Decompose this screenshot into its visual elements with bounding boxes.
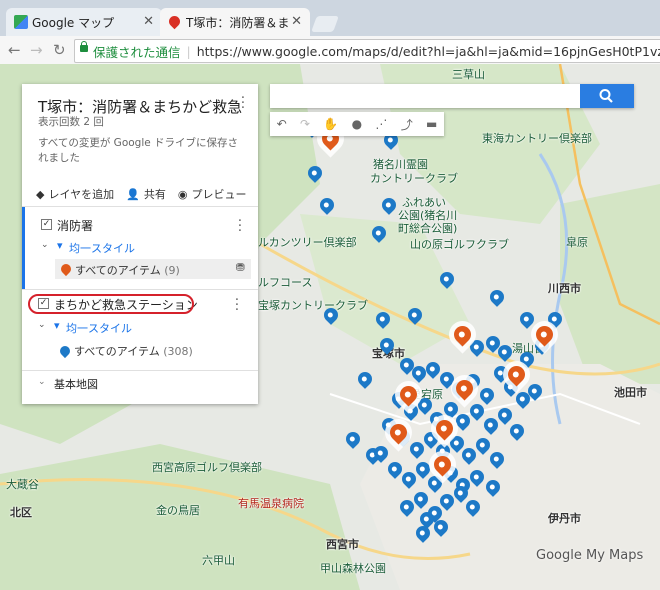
my-maps-favicon-icon xyxy=(166,13,183,30)
map-label: 大蔵谷 xyxy=(6,478,39,491)
search-icon xyxy=(599,89,613,103)
search-button[interactable] xyxy=(580,84,634,108)
tab-title: Google マップ xyxy=(32,15,115,30)
add-layer-label: レイヤを追加 xyxy=(48,188,115,201)
paint-roller-icon: ▾ xyxy=(54,319,60,332)
items-text: すべてのアイテム xyxy=(75,264,161,277)
items-label: すべてのアイテム (9) xyxy=(75,262,180,278)
undo-icon[interactable]: ↶ xyxy=(277,117,287,131)
layer-name[interactable]: 消防署 xyxy=(57,217,93,234)
layer-visibility-checkbox[interactable]: ✓ xyxy=(41,219,52,230)
map-label: 池田市 xyxy=(614,386,647,399)
map-label: 町総合公園) xyxy=(398,222,458,235)
items-text: すべてのアイテム xyxy=(74,345,160,358)
items-count: (308) xyxy=(163,345,193,358)
preview-label: プレビュー xyxy=(191,188,247,201)
map-label: ルカンツリー倶楽部 xyxy=(258,236,357,249)
map-label: 伊丹市 xyxy=(548,512,581,525)
style-link[interactable]: 均一スタイル xyxy=(69,240,135,256)
expand-icon[interactable]: ⌄ xyxy=(38,377,46,387)
layer-options-icon[interactable]: · · · xyxy=(237,215,243,238)
add-layer-button[interactable]: ◆ レイヤを追加 xyxy=(36,186,114,202)
items-row[interactable]: すべてのアイテム (9) ⛃ xyxy=(55,259,251,279)
reload-icon[interactable]: ↻ xyxy=(53,41,66,59)
close-tab-icon[interactable]: ✕ xyxy=(143,14,154,29)
separator: | xyxy=(186,43,191,59)
lock-icon xyxy=(80,41,88,52)
map-label: 北区 xyxy=(10,506,32,519)
google-my-maps-logo: Google My Maps xyxy=(536,548,644,563)
layer-fire-stations[interactable]: ✓ 消防署 · · · ⌄ ▾ 均一スタイル すべてのアイテム (9) ⛃ xyxy=(22,207,258,289)
orange-marker-icon xyxy=(58,261,74,277)
paint-bucket-icon[interactable]: ⛃ xyxy=(236,261,245,274)
close-tab-icon[interactable]: ✕ xyxy=(291,14,302,29)
map-label: 西宮市 xyxy=(326,538,359,551)
layers-icon: ◆ xyxy=(36,187,45,201)
style-link[interactable]: 均一スタイル xyxy=(66,320,132,336)
highlight-annotation xyxy=(28,294,194,314)
person-add-icon: 👤 xyxy=(126,187,140,201)
items-label: すべてのアイテム (308) xyxy=(74,343,193,359)
browser-toolbar: ← → ↻ 保護された通信 | https://www.google.com/m… xyxy=(0,36,660,65)
map-label: 川西市 xyxy=(548,282,581,295)
directions-icon[interactable]: ⤴ xyxy=(401,116,413,133)
base-map-label[interactable]: 基本地図 xyxy=(54,376,98,392)
blue-marker-icon xyxy=(57,343,73,359)
panel-actions: ◆ レイヤを追加 👤 共有 ◉ プレビュー xyxy=(36,186,246,202)
paint-roller-icon: ▾ xyxy=(57,239,63,252)
map-toolbar: ↶ ↷ ✋ ● ⋰ ⤴ ▬ xyxy=(270,112,444,136)
add-marker-icon[interactable]: ● xyxy=(352,117,362,131)
browser-tab-strip: Google マップ ✕ T塚市：消防署＆まちかど救 ✕ xyxy=(0,0,660,36)
forward-icon[interactable]: → xyxy=(30,41,43,59)
redo-icon[interactable]: ↷ xyxy=(300,117,310,131)
url-text: https://www.google.com/maps/d/edit?hl=ja… xyxy=(196,43,660,59)
map-label: 甲山森林公園 xyxy=(320,562,386,575)
expand-icon[interactable]: ⌄ xyxy=(38,320,46,330)
secure-label: 保護された通信 xyxy=(93,44,181,60)
tab-google-maps[interactable]: Google マップ ✕ xyxy=(6,8,162,36)
divider xyxy=(22,370,258,371)
map-label: 山の原ゴルフクラブ xyxy=(410,238,509,251)
items-count: (9) xyxy=(164,264,180,277)
layer-options-icon[interactable]: · · · xyxy=(234,294,240,317)
more-options-icon[interactable]: · · · xyxy=(240,92,246,115)
map-label: 六甲山 xyxy=(202,554,235,567)
view-count: 表示回数 2 回 xyxy=(38,116,104,128)
map-label: 宝塚カントリークラブ xyxy=(258,299,368,312)
map-label: 皐原 xyxy=(566,236,588,249)
hand-icon[interactable]: ✋ xyxy=(323,117,338,131)
map-label: 金の鳥居 xyxy=(156,504,200,517)
measure-icon[interactable]: ▬ xyxy=(426,117,437,131)
share-label: 共有 xyxy=(143,188,166,201)
back-icon[interactable]: ← xyxy=(8,41,21,59)
expand-icon[interactable]: ⌄ xyxy=(41,240,49,250)
save-status: すべての変更が Google ドライブに保存されました xyxy=(38,137,239,164)
new-tab-button[interactable] xyxy=(311,16,339,32)
preview-button[interactable]: ◉ プレビュー xyxy=(178,186,247,202)
map-label: ルフコース xyxy=(258,276,313,289)
map-label: 西宮高原ゴルフ倶楽部 xyxy=(152,461,262,474)
map-label: 三草山 xyxy=(452,68,485,81)
eye-icon: ◉ xyxy=(177,187,188,201)
address-bar[interactable]: 保護された通信 | https://www.google.com/maps/d/… xyxy=(74,39,660,63)
google-maps-favicon-icon xyxy=(14,15,28,29)
tab-my-maps[interactable]: T塚市：消防署＆まちかど救 ✕ xyxy=(160,8,310,36)
tab-title: T塚市：消防署＆まちかど救 xyxy=(186,15,290,30)
map-label: 有馬温泉病院 xyxy=(238,497,304,510)
layers-panel: T塚市：消防署＆まちかど救急 · · · 表示回数 2 回 すべての変更が Goog… xyxy=(22,84,258,404)
draw-line-icon[interactable]: ⋰ xyxy=(375,117,387,131)
map-search-box[interactable] xyxy=(270,84,634,108)
share-button[interactable]: 👤 共有 xyxy=(126,186,166,202)
map-label: 東海カントリー倶楽部 xyxy=(482,132,592,145)
map-label: カントリークラブ xyxy=(370,172,458,185)
